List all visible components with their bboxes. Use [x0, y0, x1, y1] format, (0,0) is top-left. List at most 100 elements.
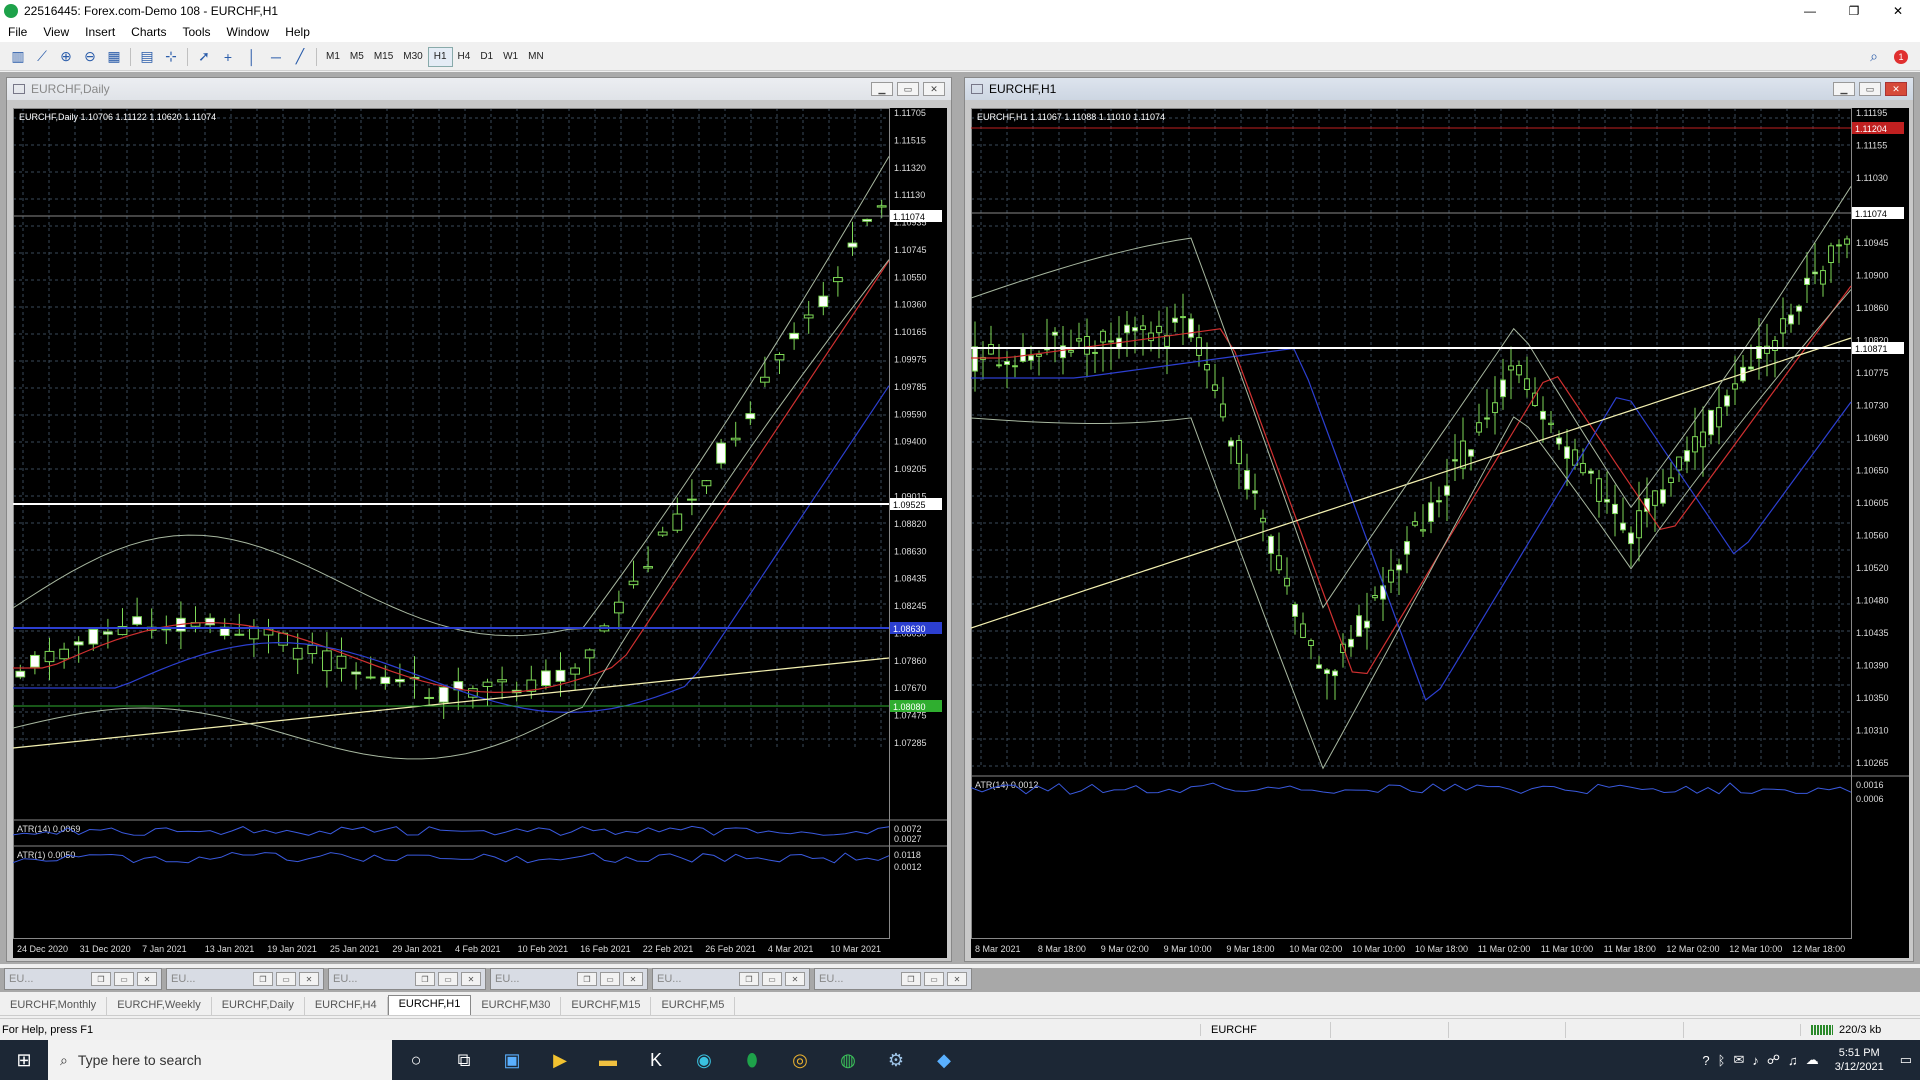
chart-area-h1[interactable]: 1.111951.111551.110301.109901.109451.109… — [971, 108, 1909, 958]
menu-file[interactable]: File — [0, 25, 35, 39]
chart-maximize-button[interactable]: ▭ — [1859, 82, 1881, 96]
tab-eurchf-m15[interactable]: EURCHF,M15 — [561, 997, 652, 1015]
zoom-in-icon[interactable]: ⊕ — [54, 46, 78, 68]
app-icon-k[interactable]: K — [632, 1040, 680, 1080]
timeframe-m1[interactable]: M1 — [321, 47, 345, 67]
timeframe-d1[interactable]: D1 — [475, 47, 498, 67]
minimized-window[interactable]: EU... ❐ ▭ ✕ — [490, 968, 648, 990]
timeframe-mn[interactable]: MN — [523, 47, 549, 67]
app-icon-blue[interactable]: ◆ — [920, 1040, 968, 1080]
timeframe-m5[interactable]: M5 — [345, 47, 369, 67]
chart-close-button[interactable]: ✕ — [923, 82, 945, 96]
whatsapp-icon[interactable]: ◍ — [824, 1040, 872, 1080]
chart-minimize-button[interactable]: ▁ — [1833, 82, 1855, 96]
volume-icon[interactable]: ♫ — [1788, 1053, 1798, 1068]
chart-window-titlebar[interactable]: EURCHF,H1 ▁ ▭ ✕ — [965, 78, 1913, 100]
restore-icon[interactable]: ❐ — [415, 972, 435, 986]
trendline-icon[interactable]: ╱ — [288, 46, 312, 68]
trading-app-icon[interactable]: ⬮ — [728, 1040, 776, 1080]
close-button[interactable]: ✕ — [1876, 0, 1920, 22]
app-icon-yellow[interactable]: ▶ — [536, 1040, 584, 1080]
timeframe-m30[interactable]: M30 — [398, 47, 427, 67]
restore-button[interactable]: ❐ — [1832, 0, 1876, 22]
chart-maximize-button[interactable]: ▭ — [897, 82, 919, 96]
zoom-out-icon[interactable]: ⊖ — [78, 46, 102, 68]
chart-minimize-button[interactable]: ▁ — [871, 82, 893, 96]
tab-eurchf-weekly[interactable]: EURCHF,Weekly — [107, 997, 212, 1015]
tile-windows-icon[interactable]: ▦ — [102, 46, 126, 68]
timeframe-h4[interactable]: H4 — [453, 47, 476, 67]
crosshair-icon[interactable]: ⊹ — [159, 46, 183, 68]
tab-eurchf-monthly[interactable]: EURCHF,Monthly — [0, 997, 108, 1015]
tab-eurchf-h4[interactable]: EURCHF,H4 — [305, 997, 388, 1015]
minimized-window[interactable]: EU... ❐ ▭ ✕ — [814, 968, 972, 990]
daily-chart-canvas[interactable]: 1.117051.115151.113201.111301.109351.107… — [13, 108, 947, 958]
close-icon[interactable]: ✕ — [461, 972, 481, 986]
tab-eurchf-daily[interactable]: EURCHF,Daily — [212, 997, 305, 1015]
help-icon[interactable]: ? — [1702, 1053, 1709, 1068]
pc-icon[interactable]: ▣ — [488, 1040, 536, 1080]
h1-chart-canvas[interactable]: 1.111951.111551.110301.109901.109451.109… — [971, 108, 1909, 958]
menu-tools[interactable]: Tools — [175, 25, 219, 39]
close-icon[interactable]: ✕ — [137, 972, 157, 986]
steam-icon[interactable]: ⚙ — [872, 1040, 920, 1080]
notification-badge[interactable]: 1 — [1894, 49, 1908, 64]
edge-icon[interactable]: ◉ — [680, 1040, 728, 1080]
maximize-icon[interactable]: ▭ — [762, 972, 782, 986]
tab-eurchf-m30[interactable]: EURCHF,M30 — [471, 997, 562, 1015]
maximize-icon[interactable]: ▭ — [276, 972, 296, 986]
network-icon[interactable]: ☍ — [1767, 1052, 1780, 1068]
maximize-icon[interactable]: ▭ — [924, 972, 944, 986]
menu-help[interactable]: Help — [277, 25, 318, 39]
minimized-window[interactable]: EU... ❐ ▭ ✕ — [4, 968, 162, 990]
restore-icon[interactable]: ❐ — [739, 972, 759, 986]
taskbar-search[interactable]: ⌕ Type here to search — [48, 1040, 392, 1080]
new-chart-icon[interactable]: ▥ — [6, 46, 30, 68]
close-icon[interactable]: ✕ — [299, 972, 319, 986]
search-icon[interactable]: ⌕ — [1862, 46, 1886, 68]
maximize-icon[interactable]: ▭ — [114, 972, 134, 986]
restore-icon[interactable]: ❐ — [577, 972, 597, 986]
menu-charts[interactable]: Charts — [123, 25, 174, 39]
cursor-icon[interactable]: ➚ — [192, 46, 216, 68]
templates-icon[interactable]: ▤ — [135, 46, 159, 68]
menu-window[interactable]: Window — [219, 25, 278, 39]
maximize-icon[interactable]: ▭ — [600, 972, 620, 986]
horizontal-line-icon[interactable]: ─ — [264, 46, 288, 68]
tab-eurchf-m5[interactable]: EURCHF,M5 — [651, 997, 736, 1015]
chrome-icon[interactable]: ◎ — [776, 1040, 824, 1080]
cloud-icon[interactable]: ☁ — [1806, 1052, 1819, 1068]
close-icon[interactable]: ✕ — [623, 972, 643, 986]
line-chart-icon[interactable]: ⟋ — [30, 46, 54, 68]
bluetooth-icon[interactable]: ᛒ — [1718, 1053, 1726, 1068]
chart-window-h1[interactable]: EURCHF,H1 ▁ ▭ ✕ 1.11195 1.11155 1.11030 1.1… — [964, 77, 1914, 962]
chat-icon[interactable]: ✉ — [1733, 1052, 1744, 1068]
taskbar-clock[interactable]: 5:51 PM 3/12/2021 — [1827, 1046, 1892, 1074]
minimized-window[interactable]: EU... ❐ ▭ ✕ — [652, 968, 810, 990]
minimized-window[interactable]: EU... ❐ ▭ ✕ — [166, 968, 324, 990]
timeframe-m15[interactable]: M15 — [369, 47, 398, 67]
minimized-window[interactable]: EU... ❐ ▭ ✕ — [328, 968, 486, 990]
chart-window-titlebar[interactable]: EURCHF,Daily ▁ ▭ ✕ — [7, 78, 951, 100]
menu-view[interactable]: View — [35, 25, 77, 39]
tab-eurchf-h1[interactable]: EURCHF,H1 — [387, 995, 472, 1015]
task-view-icon[interactable]: ⧉ — [440, 1040, 488, 1080]
close-icon[interactable]: ✕ — [785, 972, 805, 986]
maximize-icon[interactable]: ▭ — [438, 972, 458, 986]
close-icon[interactable]: ✕ — [947, 972, 967, 986]
chart-close-button[interactable]: ✕ — [1885, 82, 1907, 96]
minimize-button[interactable]: — — [1788, 0, 1832, 22]
restore-icon[interactable]: ❐ — [901, 972, 921, 986]
chart-window-daily[interactable]: EURCHF,Daily ▁ ▭ ✕ 1.11705 1.11515 1.11320… — [6, 77, 952, 962]
timeframe-w1[interactable]: W1 — [498, 47, 523, 67]
crosshair-tool-icon[interactable]: + — [216, 46, 240, 68]
restore-icon[interactable]: ❐ — [91, 972, 111, 986]
vertical-line-icon[interactable]: │ — [240, 46, 264, 68]
chart-area-daily[interactable]: 1.11705 1.11515 1.11320 1.11130 1.10935 1.107… — [13, 108, 947, 958]
menu-insert[interactable]: Insert — [77, 25, 123, 39]
file-explorer-icon[interactable]: ▬ — [584, 1040, 632, 1080]
restore-icon[interactable]: ❐ — [253, 972, 273, 986]
timeframe-h1[interactable]: H1 — [427, 46, 453, 67]
notification-center-icon[interactable]: ▭ — [1900, 1052, 1912, 1068]
mic-icon[interactable]: ♪ — [1752, 1053, 1759, 1068]
